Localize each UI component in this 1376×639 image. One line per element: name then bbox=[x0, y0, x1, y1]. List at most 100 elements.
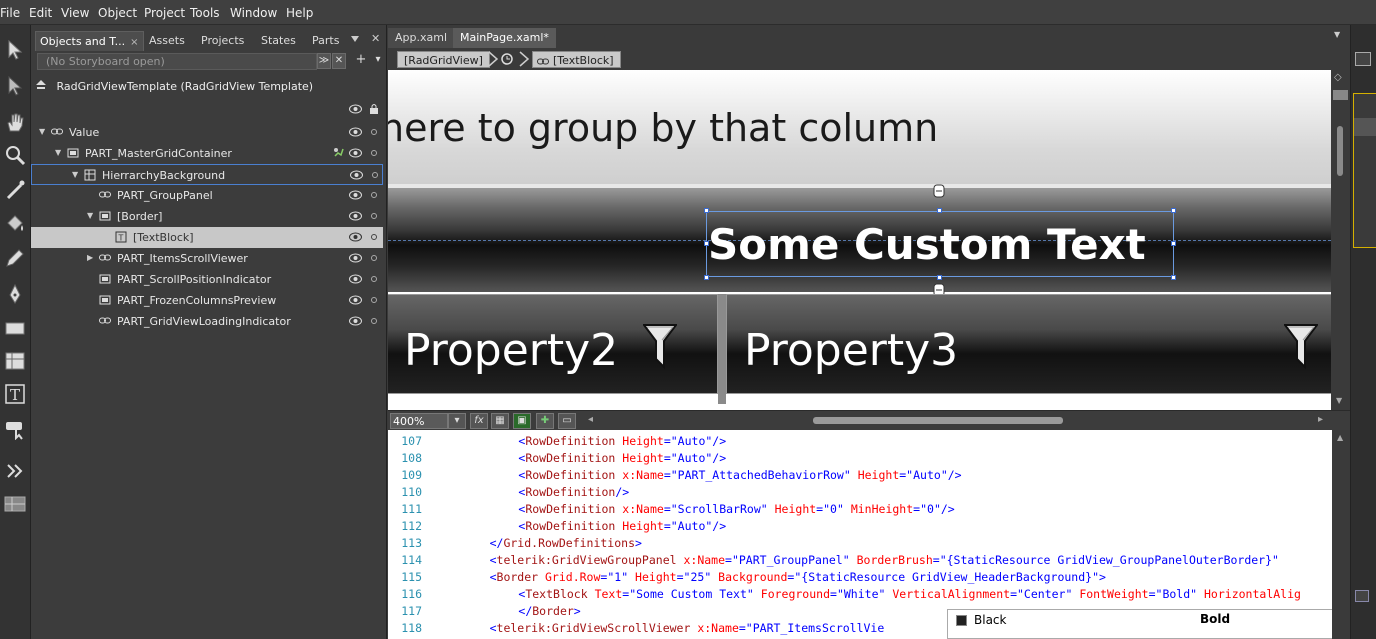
pencil-tool-icon[interactable] bbox=[2, 245, 28, 271]
visibility-eye-icon[interactable] bbox=[350, 170, 363, 180]
menu-view[interactable]: View bbox=[61, 6, 89, 20]
resize-handle[interactable] bbox=[1171, 208, 1176, 213]
scroll-left-icon[interactable]: ◂ bbox=[588, 414, 593, 425]
split-view-icon[interactable] bbox=[1333, 90, 1348, 100]
template-header[interactable]: RadGridViewTemplate (RadGridView Templat… bbox=[35, 80, 313, 93]
tab-objects-and-timeline[interactable]: Objects and T... × bbox=[35, 31, 144, 51]
grid-icon[interactable]: ▦ bbox=[491, 413, 509, 429]
tab-assets[interactable]: Assets bbox=[145, 31, 189, 51]
pan-tool-icon[interactable] bbox=[2, 109, 28, 135]
menu-file[interactable]: File bbox=[0, 6, 20, 20]
resize-handle[interactable] bbox=[704, 275, 709, 280]
lock-toggle-icon[interactable] bbox=[371, 150, 377, 156]
direct-selection-tool-icon[interactable] bbox=[2, 73, 28, 99]
menu-window[interactable]: Window bbox=[230, 6, 277, 20]
scroll-down-icon[interactable]: ▼ bbox=[1336, 396, 1342, 405]
lock-toggle-icon[interactable] bbox=[371, 129, 377, 135]
resize-handle[interactable] bbox=[1171, 275, 1176, 280]
properties-icon[interactable] bbox=[1355, 52, 1371, 66]
tree-item[interactable]: ▼ HierrarchyBackground bbox=[31, 164, 383, 185]
view-toggle-icon[interactable]: ◇ bbox=[1334, 72, 1342, 83]
lock-toggle-icon[interactable] bbox=[371, 276, 377, 282]
grid-layout-tool-icon[interactable] bbox=[2, 348, 28, 374]
annotations-icon[interactable]: ▭ bbox=[558, 413, 576, 429]
tree-item[interactable]: PART_FrozenColumnsPreview bbox=[31, 290, 383, 311]
expand-arrow-icon[interactable]: ▶ bbox=[87, 253, 93, 262]
scroll-right-icon[interactable]: ▸ bbox=[1318, 414, 1323, 425]
collapse-arrow-icon[interactable]: ▼ bbox=[72, 170, 78, 179]
visibility-eye-icon[interactable] bbox=[349, 211, 362, 221]
visibility-eye-icon[interactable] bbox=[349, 274, 362, 284]
intellisense-item[interactable]: Black bbox=[974, 613, 1006, 627]
lock-toggle-icon[interactable] bbox=[371, 255, 377, 261]
pin-icon[interactable] bbox=[349, 34, 361, 44]
vertical-scroll-thumb[interactable] bbox=[1337, 126, 1343, 176]
close-icon[interactable]: × bbox=[130, 37, 138, 48]
column-splitter[interactable] bbox=[718, 294, 726, 404]
text-tool-icon[interactable]: T bbox=[2, 381, 28, 407]
eye-icon[interactable] bbox=[349, 104, 362, 114]
resize-handle[interactable] bbox=[704, 208, 709, 213]
zoom-level-input[interactable]: 400% bbox=[390, 413, 448, 429]
tab-mainpage-xaml[interactable]: MainPage.xaml* bbox=[453, 28, 556, 48]
code-vertical-scrollbar[interactable]: ▲ bbox=[1332, 430, 1350, 639]
collapse-arrow-icon[interactable]: ▼ bbox=[39, 127, 45, 136]
intellisense-popup[interactable]: Black Bold bbox=[947, 609, 1337, 639]
assets-tool-icon[interactable] bbox=[2, 491, 28, 517]
tree-item[interactable]: PART_GroupPanel bbox=[31, 185, 383, 206]
visibility-eye-icon[interactable] bbox=[349, 148, 362, 158]
menu-tools[interactable]: Tools bbox=[190, 6, 220, 20]
paint-bucket-tool-icon[interactable] bbox=[2, 211, 28, 237]
up-scope-icon[interactable] bbox=[35, 80, 47, 93]
zoom-tool-icon[interactable] bbox=[2, 142, 28, 168]
resources-icon[interactable] bbox=[1355, 590, 1369, 602]
lock-toggle-icon[interactable] bbox=[371, 297, 377, 303]
rectangle-tool-icon[interactable] bbox=[2, 315, 28, 341]
tab-list-icon[interactable]: ▼ bbox=[1334, 30, 1340, 39]
pen-tool-icon[interactable] bbox=[2, 281, 28, 307]
tree-item[interactable]: T [TextBlock] bbox=[31, 227, 383, 248]
visibility-eye-icon[interactable] bbox=[349, 232, 362, 242]
tree-item[interactable]: PART_ScrollPositionIndicator bbox=[31, 269, 383, 290]
lock-toggle-icon[interactable] bbox=[372, 172, 378, 178]
more-tools-icon[interactable] bbox=[2, 458, 28, 484]
visibility-eye-icon[interactable] bbox=[349, 295, 362, 305]
zoom-dropdown-icon[interactable]: ▾ bbox=[448, 413, 466, 429]
design-canvas[interactable]: here to group by that column Some Custom… bbox=[388, 70, 1331, 410]
filter-funnel-icon[interactable] bbox=[1283, 323, 1319, 371]
storyboard-dropdown-icon[interactable]: ▾ bbox=[371, 53, 385, 69]
canvas-vertical-scrollbar[interactable]: ◇ ▼ bbox=[1331, 70, 1350, 410]
lock-toggle-icon[interactable] bbox=[371, 234, 377, 240]
resize-handle[interactable] bbox=[937, 208, 942, 213]
filter-funnel-icon[interactable] bbox=[642, 323, 678, 371]
storyboard-selector[interactable]: (No Storyboard open) bbox=[37, 53, 317, 70]
snap-to-snaplines-icon[interactable]: ✚ bbox=[536, 413, 554, 429]
lock-toggle-icon[interactable] bbox=[371, 213, 377, 219]
menu-object[interactable]: Object bbox=[98, 6, 137, 20]
resize-handle[interactable] bbox=[1171, 241, 1176, 246]
visibility-eye-icon[interactable] bbox=[349, 190, 362, 200]
selection-box[interactable] bbox=[706, 211, 1174, 277]
tab-projects[interactable]: Projects bbox=[197, 31, 248, 51]
storyboard-options-icon[interactable]: ≫ bbox=[317, 53, 331, 69]
snap-to-grid-icon[interactable]: ▣ bbox=[513, 413, 531, 429]
visibility-eye-icon[interactable] bbox=[349, 127, 362, 137]
eyedropper-tool-icon[interactable] bbox=[2, 177, 28, 203]
tab-parts[interactable]: Parts bbox=[308, 31, 343, 51]
xaml-code-editor[interactable]: 107 <RowDefinition Height="Auto"/> 108 <Row… bbox=[388, 430, 1332, 639]
tab-states[interactable]: States bbox=[257, 31, 300, 51]
visibility-eye-icon[interactable] bbox=[349, 253, 362, 263]
effects-icon[interactable]: fx bbox=[470, 413, 488, 429]
lock-toggle-icon[interactable] bbox=[371, 318, 377, 324]
column-header-property3[interactable]: Property3 bbox=[726, 294, 1331, 394]
menu-help[interactable]: Help bbox=[286, 6, 313, 20]
menu-edit[interactable]: Edit bbox=[29, 6, 52, 20]
collapse-arrow-icon[interactable]: ▼ bbox=[55, 148, 61, 157]
breadcrumb-textblock[interactable]: [TextBlock] bbox=[532, 51, 621, 68]
visibility-eye-icon[interactable] bbox=[349, 316, 362, 326]
collapse-arrow-icon[interactable]: ▼ bbox=[87, 211, 93, 220]
lock-icon[interactable] bbox=[369, 103, 379, 114]
resize-handle[interactable] bbox=[937, 275, 942, 280]
tree-item[interactable]: ▼ Value bbox=[31, 122, 383, 143]
menu-project[interactable]: Project bbox=[144, 6, 185, 20]
